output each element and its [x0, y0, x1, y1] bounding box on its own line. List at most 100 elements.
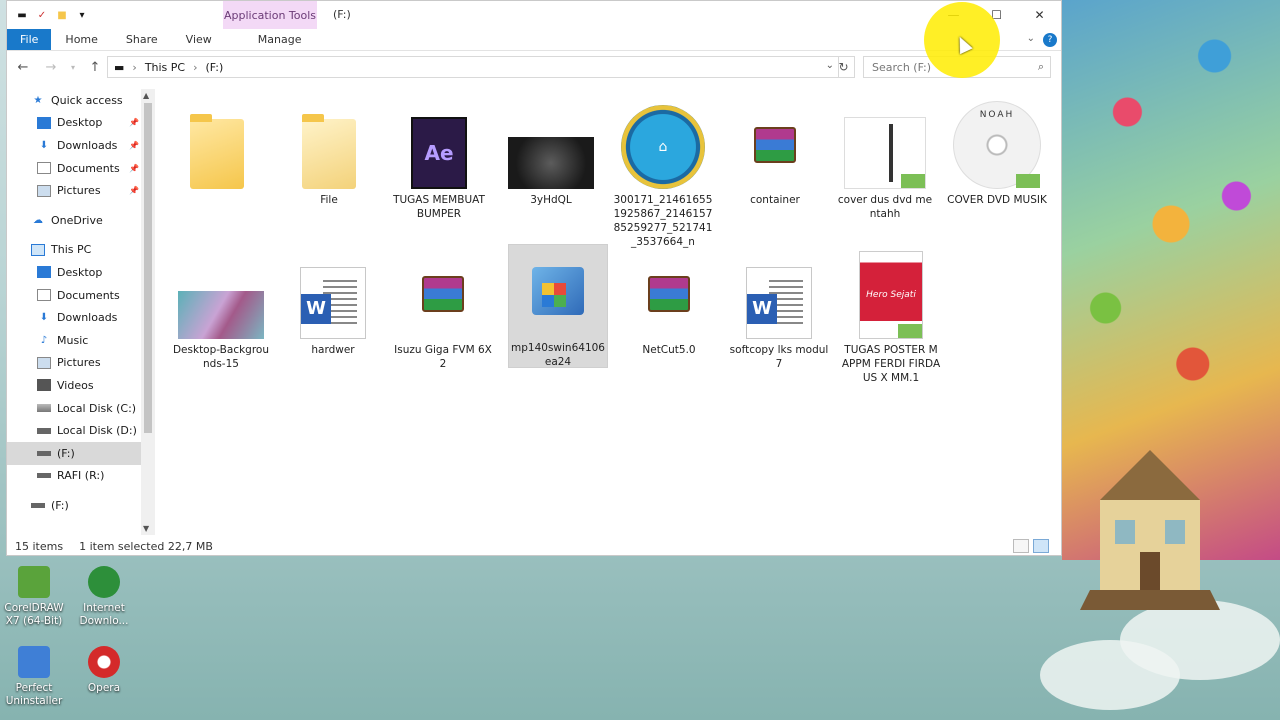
item-count: 15 items	[15, 539, 64, 553]
desktop-icon-opera[interactable]: Opera	[72, 646, 136, 695]
ribbon-tabs: File Home Share View Manage ⌄ ?	[7, 29, 1061, 51]
expand-ribbon-icon[interactable]: ⌄	[1027, 33, 1035, 44]
nav-item-downloads[interactable]: ⬇ Downloads 📌	[7, 134, 155, 157]
nav-item-label: OneDrive	[51, 213, 103, 227]
nav-item-quick-access[interactable]: ★ Quick access	[7, 89, 155, 112]
image-badge-icon	[901, 174, 925, 188]
nav-item-music[interactable]: ♪ Music	[7, 329, 155, 352]
view-toggle	[1013, 539, 1049, 553]
coreldraw-icon	[18, 566, 50, 598]
winrar-archive-icon	[754, 127, 796, 163]
file-item[interactable]: Desktop-Backgrounds-15	[171, 249, 271, 371]
nav-item-label: Downloads	[57, 138, 118, 152]
after-effects-folder-icon: Ae	[411, 117, 467, 189]
tab-share[interactable]: Share	[112, 29, 172, 50]
tab-manage[interactable]: Manage	[244, 29, 316, 50]
tab-home[interactable]: Home	[51, 29, 111, 50]
nav-item-desktop-pc[interactable]: Desktop	[7, 261, 155, 284]
recent-locations-icon[interactable]: ▾	[69, 63, 77, 72]
nav-item-this-pc[interactable]: This PC	[7, 239, 155, 262]
file-item[interactable]: W softcopy lks modul 7	[729, 249, 829, 371]
close-button[interactable]: ✕	[1018, 1, 1061, 29]
file-item[interactable]: File	[279, 101, 379, 207]
file-item[interactable]: Hero Sejati TUGAS POSTER MAPPM FERDI FIR…	[841, 247, 941, 385]
nav-item-local-disk-d[interactable]: Local Disk (D:)	[7, 419, 155, 442]
file-item[interactable]: NetCut5.0	[619, 249, 719, 357]
file-item[interactable]: 3yHdQL	[501, 101, 601, 207]
file-item[interactable]: container	[725, 101, 825, 207]
file-item[interactable]: Isuzu Giga FVM 6X2	[393, 249, 493, 371]
address-bar[interactable]: ▬ › This PC › (F:) ⌄	[107, 56, 839, 78]
nav-item-pictures-pc[interactable]: Pictures	[7, 352, 155, 375]
scroll-up-icon[interactable]: ▲	[143, 91, 149, 100]
pictures-icon	[37, 184, 51, 197]
nav-item-label: Pictures	[57, 356, 101, 370]
desktop-icon-idm[interactable]: Internet Downlo...	[72, 566, 136, 628]
desktop-icon-label: Internet Downlo...	[79, 602, 129, 627]
search-icon: ⌕	[1037, 60, 1044, 73]
status-bar: 15 items 1 item selected 22,7 MB	[7, 535, 1061, 557]
pin-icon: 📌	[129, 140, 139, 150]
tab-file[interactable]: File	[7, 29, 52, 50]
nav-item-onedrive[interactable]: ☁ OneDrive	[7, 209, 155, 232]
nav-item-downloads-pc[interactable]: ⬇ Downloads	[7, 306, 155, 329]
file-item[interactable]: Ae TUGAS MEMBUAT BUMPER	[389, 101, 489, 221]
videos-icon	[37, 379, 51, 392]
file-list: File Ae TUGAS MEMBUAT BUMPER 3yHdQL ⌂ 30…	[157, 89, 1061, 533]
forward-icon[interactable]: →	[41, 60, 61, 75]
nav-item-label: Quick access	[51, 93, 123, 107]
pin-icon: 📌	[129, 186, 139, 196]
nav-item-desktop[interactable]: Desktop 📌	[7, 112, 155, 135]
file-item[interactable]: ⌂ 300171_214616551925867_214615785259277…	[613, 95, 713, 249]
back-icon[interactable]: ←	[13, 60, 33, 75]
file-item-selected[interactable]: mp140swin64106ea24	[508, 244, 608, 368]
school-logo-thumbnail: ⌂	[621, 105, 705, 189]
file-item[interactable]: cover dus dvd mentahh	[835, 101, 935, 221]
desktop-icon-coreldraw[interactable]: CorelDRAW X7 (64-Bit)	[2, 566, 66, 628]
help-icon[interactable]: ?	[1043, 33, 1057, 47]
details-view-icon[interactable]	[1013, 539, 1029, 553]
usb-drive-icon	[37, 473, 51, 479]
internet-download-manager-icon	[88, 566, 120, 598]
tab-view[interactable]: View	[172, 29, 226, 50]
nav-item-drive-f-root[interactable]: (F:)	[7, 494, 155, 517]
desktop-icon-label: Perfect Uninstaller	[5, 682, 63, 707]
navigation-pane-scrollbar[interactable]: ▲ ▼	[141, 89, 155, 535]
file-name: 3yHdQL	[530, 194, 572, 206]
properties-icon[interactable]: ✓	[35, 8, 49, 22]
breadcrumb-this-pc[interactable]: This PC	[145, 61, 185, 74]
desktop-icon	[37, 116, 51, 129]
folder-icon	[302, 114, 356, 189]
usb-drive-icon	[37, 450, 51, 456]
nav-item-documents[interactable]: Documents 📌	[7, 157, 155, 180]
file-item[interactable]: W hardwer	[283, 249, 383, 357]
nav-item-pictures[interactable]: Pictures 📌	[7, 179, 155, 202]
desktop-icon-label: Opera	[87, 682, 121, 694]
desktop-icon-perfect-uninstaller[interactable]: Perfect Uninstaller	[2, 646, 66, 708]
nav-item-label: Downloads	[57, 311, 118, 325]
application-tools-context-tab: Application Tools	[223, 1, 317, 29]
file-name: Desktop-Backgrounds-15	[172, 344, 270, 370]
nav-item-videos[interactable]: Videos	[7, 374, 155, 397]
file-name: File	[320, 194, 338, 206]
scroll-down-icon[interactable]: ▼	[143, 524, 149, 533]
scrollbar-thumb[interactable]	[144, 103, 152, 433]
download-icon: ⬇	[39, 139, 49, 151]
nav-item-rafi-r[interactable]: RAFI (R:)	[7, 465, 155, 488]
large-icons-view-icon[interactable]	[1033, 539, 1049, 553]
file-name: hardwer	[311, 344, 355, 356]
up-icon[interactable]: ↑	[85, 60, 105, 75]
nav-item-drive-f[interactable]: (F:)	[7, 441, 155, 465]
nav-item-documents-pc[interactable]: Documents	[7, 284, 155, 307]
nav-item-label: Pictures	[57, 184, 101, 198]
qat-dropdown-icon[interactable]: ▾	[75, 8, 89, 22]
refresh-icon[interactable]: ↻	[833, 56, 855, 78]
new-folder-icon[interactable]: ■	[55, 8, 69, 22]
nav-item-local-disk-c[interactable]: Local Disk (C:)	[7, 397, 155, 420]
file-name: mp140swin64106ea24	[511, 342, 605, 368]
opera-icon	[88, 646, 120, 678]
search-placeholder: Search (F:)	[872, 60, 932, 74]
breadcrumb-drive[interactable]: (F:)	[206, 61, 224, 74]
file-item[interactable]	[167, 101, 267, 193]
file-item[interactable]: NOAH COVER DVD MUSIK	[947, 95, 1047, 207]
